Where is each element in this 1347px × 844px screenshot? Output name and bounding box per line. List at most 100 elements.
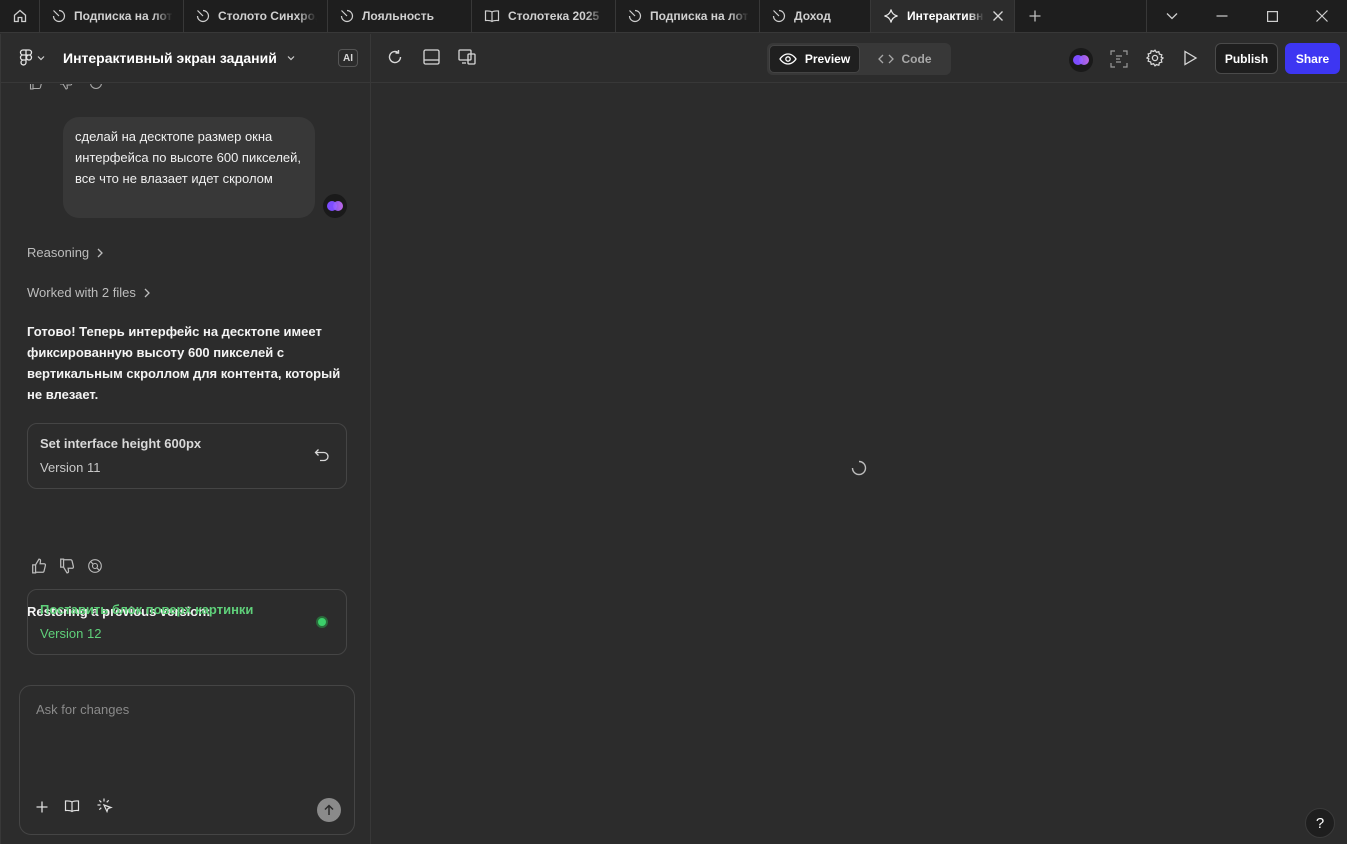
browser-tab-bar: Подписка на лотерею Столото Синхро, Бону… [0,0,1347,33]
chevron-down-icon [37,56,45,61]
attach-button[interactable] [36,800,48,818]
new-tab-button[interactable] [1015,0,1055,32]
avatar-icon [1073,55,1089,65]
device-preview-button[interactable] [458,49,476,65]
figma-logo-icon [19,49,33,66]
tab-label: Столотека 2025 [508,9,600,23]
tab-label: Столото Синхро, Бонусы [218,9,317,23]
inspect-button[interactable] [1110,50,1128,68]
status-dot [316,616,328,628]
figma-make-icon [52,9,66,23]
thumbs-down-icon[interactable] [59,558,75,574]
cursor-sparkle-icon [97,798,113,814]
user-avatar[interactable] [1069,48,1093,72]
tab-label: Подписка на лотерею [650,9,749,23]
panel-icon [423,49,440,65]
refresh-icon [388,50,402,64]
version-number: Version 11 [40,460,101,475]
close-window-button[interactable] [1297,0,1347,32]
restore-version-button[interactable] [314,448,330,467]
code-label: Code [901,52,932,66]
tab-preview[interactable]: Preview [769,45,860,73]
library-button[interactable] [64,799,80,818]
current-version-card[interactable]: Поставить блок поверх картинки Version 1… [27,589,347,655]
eye-icon [779,53,797,65]
toggle-panel-button[interactable] [423,49,440,65]
sidebar-header: Интерактивный экран заданий AI [1,34,370,83]
view-mode-toggle: Preview Code [767,43,951,75]
thumbs-up-icon[interactable] [29,84,43,90]
tab-label: Интерактивный экран заданий [907,9,984,23]
tab-code[interactable]: Code [860,45,949,73]
book-icon [484,10,500,23]
close-icon [993,11,1003,21]
sparkle-icon [884,9,898,23]
current-version-indicator [316,616,328,628]
user-message: сделай на десктопе размер окна интерфейс… [63,117,315,218]
version-card[interactable]: Set interface height 600px Version 11 [27,423,347,489]
minimize-button[interactable] [1197,0,1247,32]
book-icon [64,800,80,813]
chevron-down-icon [1166,13,1178,20]
close-tab-button[interactable] [992,10,1004,22]
tab-4[interactable]: Подписка на лотерею [616,0,760,32]
report-icon[interactable] [87,558,103,574]
version-title: Set interface height 600px [40,436,202,451]
tab-3[interactable]: Столотека 2025 [472,0,616,32]
thumbs-up-icon[interactable] [31,558,47,574]
maximize-icon [1266,10,1278,22]
chevron-right-icon [144,288,150,297]
play-icon [1184,50,1198,66]
point-and-edit-button[interactable] [96,797,114,820]
share-button[interactable]: Share [1285,43,1340,74]
flag-icon[interactable] [89,84,103,90]
avatar-icon [327,201,343,211]
tab-1[interactable]: Столото Синхро, Бонусы [184,0,328,32]
assistant-message: Готово! Теперь интерфейс на десктопе име… [27,324,341,402]
message-feedback-row [31,558,103,574]
project-menu-toggle[interactable] [287,55,295,61]
tab-bar-spacer [1055,0,1147,32]
reasoning-toggle[interactable]: Reasoning [27,245,104,260]
preview-toolbar: Preview Code Publish Share [371,34,1347,83]
tab-2[interactable]: Лояльность [328,0,472,32]
run-button[interactable] [1183,50,1198,66]
publish-button[interactable]: Publish [1215,43,1278,74]
preview-label: Preview [804,52,851,66]
worked-files-toggle[interactable]: Worked with 2 files [27,285,150,300]
maximize-button[interactable] [1247,0,1297,32]
gear-icon [1146,49,1164,67]
figma-make-icon [628,9,642,23]
thumbs-down-icon[interactable] [59,84,73,90]
tab-6[interactable]: Интерактивный экран заданий [871,0,1015,32]
main-menu-button[interactable] [19,49,45,67]
ai-button[interactable]: AI [338,49,358,67]
ask-for-changes-input[interactable] [36,702,336,717]
plus-icon [1029,10,1041,22]
home-icon [13,9,26,23]
version-number: Version 12 [40,626,102,641]
plus-icon [36,801,48,812]
tab-label: Подписка на лотерею [74,9,173,23]
tab-5[interactable]: Доход [760,0,871,32]
reasoning-label: Reasoning [27,245,90,260]
chat-history[interactable]: сделай на десктопе размер окна интерфейс… [1,84,370,684]
chat-composer [19,685,355,835]
figma-make-icon [340,9,354,23]
project-title[interactable]: Интерактивный экран заданий [63,50,277,66]
help-button[interactable]: ? [1305,808,1335,838]
settings-button[interactable] [1146,49,1164,67]
chevron-right-icon [97,248,104,257]
tabs-dropdown-button[interactable] [1147,0,1197,32]
tab-0[interactable]: Подписка на лотерею [40,0,184,32]
undo-icon [314,449,329,462]
version-title: Поставить блок поверх картинки [40,602,254,617]
tab-label: Доход [794,9,831,23]
home-tab[interactable] [0,0,40,32]
loading-spinner-icon [851,460,867,476]
send-button[interactable] [317,798,341,822]
close-icon [1316,10,1328,22]
responsive-devices-icon [458,49,476,65]
refresh-button[interactable] [387,49,403,65]
minimize-icon [1216,15,1228,17]
